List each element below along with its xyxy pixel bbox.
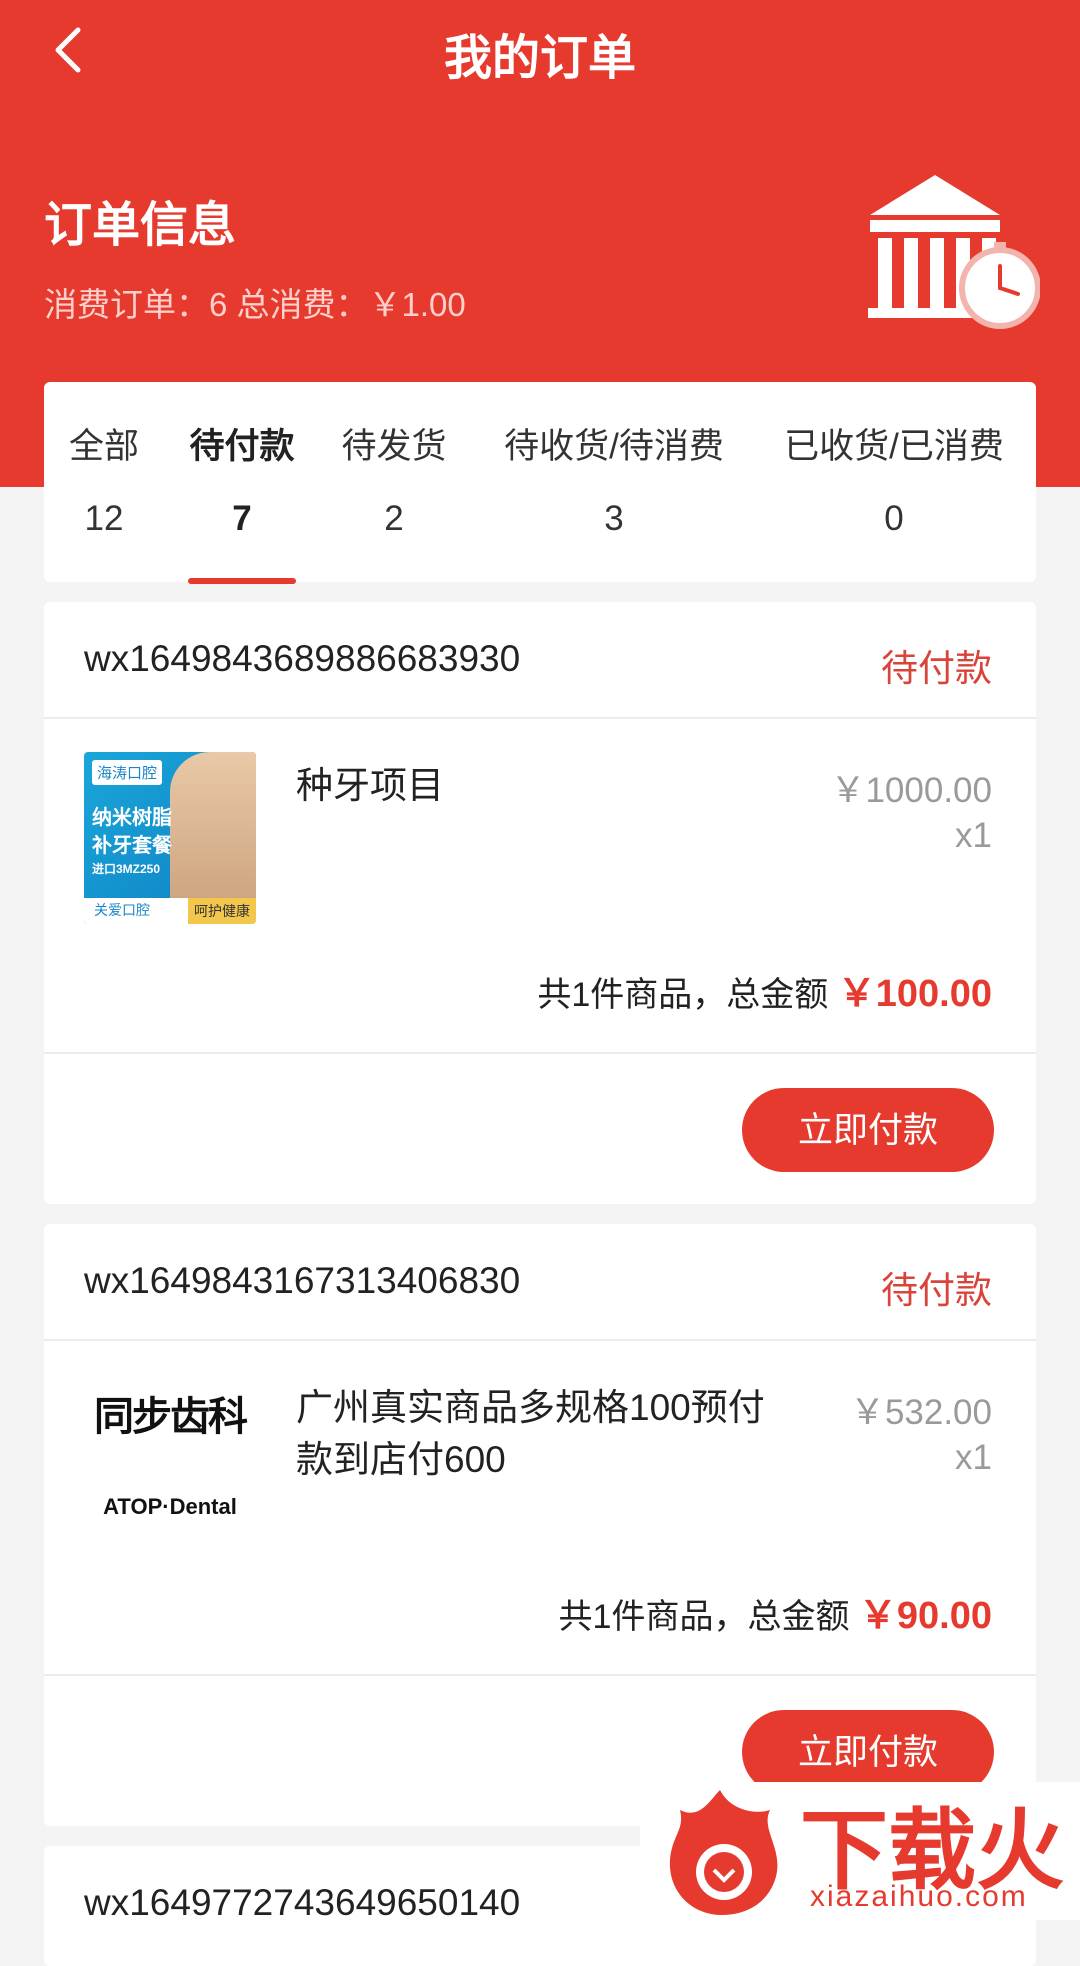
order-info-title: 订单信息 [44, 199, 237, 252]
summary-label: 共1件商品，总金额 [558, 1598, 850, 1636]
promo-line-2: 补牙套餐 [92, 835, 172, 857]
product-image[interactable]: 同步齿科 ATOP·Dental [84, 1374, 256, 1546]
order-status: 待付款 [881, 1270, 992, 1311]
tab-pending-shipment[interactable]: 待发货 2 [334, 422, 454, 544]
product-name[interactable]: 广州真实商品多规格100预付款到店付600 [296, 1382, 786, 1486]
order-status: 待付款 [881, 648, 992, 689]
product-price: ￥532.00 [849, 1393, 992, 1432]
order-card: wx1649843167313406830 待付款 同步齿科 ATOP·Dent… [44, 1224, 1036, 1826]
order-info-summary: 消费订单：6 总消费：￥1.00 [44, 286, 466, 323]
promo-sub: 进口3MZ250 [92, 862, 161, 876]
page-title: 我的订单 [443, 32, 636, 85]
flame-logo-icon [669, 1790, 778, 1915]
tab-pending-receipt[interactable]: 待收货/待消费 3 [494, 422, 734, 544]
tab-count: 7 [232, 499, 252, 538]
order-id: wx1649843689886683930 [84, 638, 521, 679]
brand-label: 海涛口腔 [92, 760, 163, 785]
promo-tag-left: 关爱口腔 [94, 902, 150, 918]
pay-now-button[interactable]: 立即付款 [742, 1088, 994, 1172]
order-id: wx1649843167313406830 [84, 1260, 521, 1301]
order-tabs: 全部 12 待付款 7 待发货 2 待收货/待消费 3 已收货/已消费 0 [44, 382, 1036, 584]
divider [44, 1674, 1036, 1676]
watermark-url: xiazaihuo.com [810, 1880, 1028, 1913]
promo-tag-right: 呵护健康 [188, 898, 256, 924]
order-id: wx1649772743649650140 [84, 1882, 521, 1923]
product-quantity: x1 [955, 1438, 992, 1477]
logo-chinese: 同步齿科 [94, 1393, 248, 1440]
tab-label: 已收货/已消费 [784, 427, 1004, 466]
order-total-summary: 共1件商品，总金额 ￥100.00 [537, 962, 992, 1017]
tab-received[interactable]: 已收货/已消费 0 [774, 422, 1014, 544]
tab-label: 待收货/待消费 [504, 427, 724, 466]
order-total-summary: 共1件商品，总金额 ￥90.00 [559, 1584, 992, 1639]
product-price: ￥1000.00 [830, 771, 992, 810]
product-name[interactable]: 种牙项目 [296, 760, 786, 812]
order-header: wx1649843167313406830 待付款 [44, 1224, 1036, 1341]
summary-label: 共1件商品，总金额 [537, 976, 829, 1014]
order-card: wx1649843689886683930 待付款 海涛口腔 纳米树脂 补牙套餐… [44, 602, 1036, 1204]
logo-english: ATOP·Dental [103, 1494, 237, 1519]
product-image[interactable]: 海涛口腔 纳米树脂 补牙套餐 进口3MZ250 关爱口腔 呵护健康 [84, 752, 256, 924]
tab-all[interactable]: 全部 12 [54, 422, 154, 544]
top-bar: 我的订单 [0, 0, 1080, 100]
order-header: wx1649843689886683930 待付款 [44, 602, 1036, 719]
tab-label: 待发货 [341, 427, 447, 466]
active-tab-indicator [188, 578, 296, 584]
product-quantity: x1 [955, 816, 992, 855]
tab-label: 待付款 [189, 427, 295, 466]
tab-pending-payment[interactable]: 待付款 7 [182, 422, 302, 544]
tab-count: 12 [84, 499, 124, 538]
tab-count: 0 [884, 499, 904, 538]
tab-label: 全部 [68, 427, 139, 466]
order-total-amount: ￥90.00 [858, 1595, 992, 1637]
tab-count: 3 [604, 499, 624, 538]
order-total-amount: ￥100.00 [837, 973, 992, 1015]
tab-count: 2 [384, 499, 404, 538]
store-clock-icon [868, 175, 1040, 329]
divider [44, 1052, 1036, 1054]
promo-line-1: 纳米树脂 [92, 807, 172, 829]
